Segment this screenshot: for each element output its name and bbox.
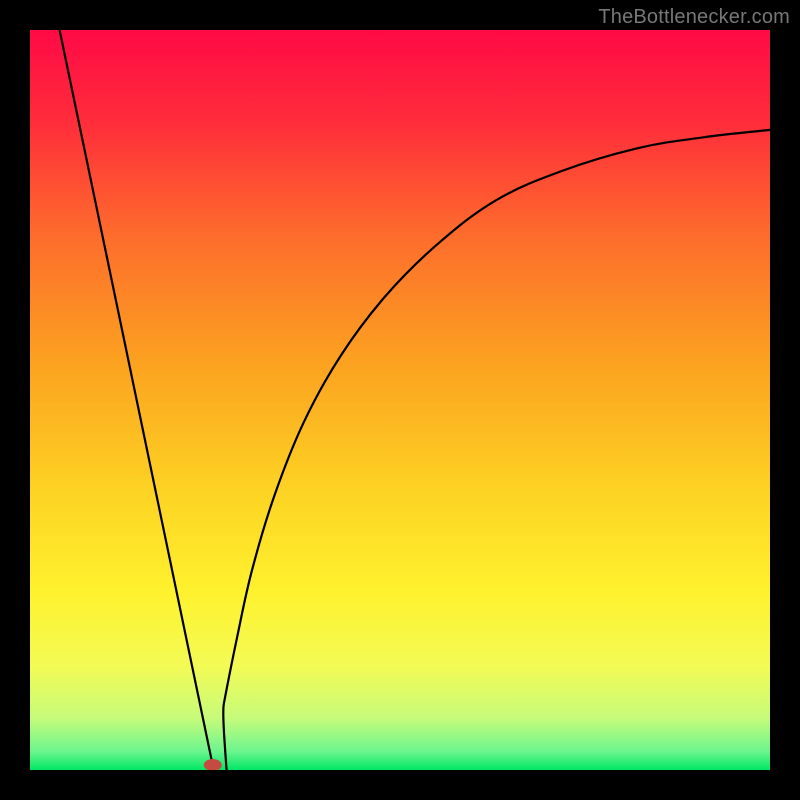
attribution-text: TheBottlenecker.com bbox=[598, 6, 790, 29]
bottleneck-chart bbox=[30, 30, 770, 770]
gradient-background bbox=[30, 30, 770, 770]
chart-frame bbox=[30, 30, 770, 770]
